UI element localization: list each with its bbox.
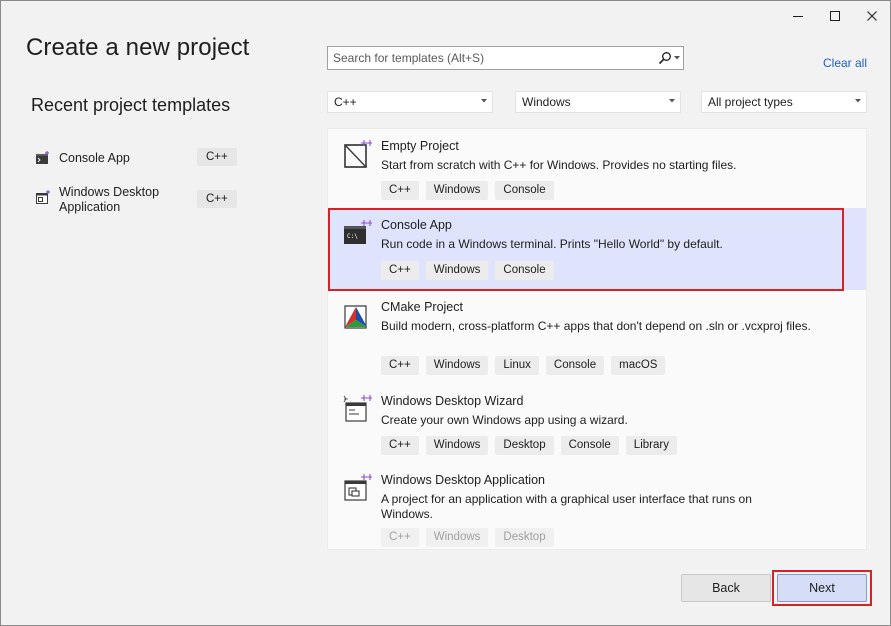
- template-description: Create your own Windows app using a wiza…: [381, 413, 628, 427]
- template-tags: C++ Windows Linux Console macOS: [381, 356, 666, 375]
- console-app-icon: C:\: [344, 220, 372, 244]
- platform-filter-value: Windows: [522, 95, 571, 109]
- tag: C++: [381, 528, 419, 547]
- template-name: Empty Project: [381, 139, 459, 153]
- tag: Desktop: [495, 528, 554, 547]
- template-tags: C++ Windows Desktop Console Library: [381, 436, 677, 455]
- maximize-button[interactable]: [816, 1, 853, 31]
- template-description: Run code in a Windows terminal. Prints "…: [381, 237, 723, 251]
- template-description: Start from scratch with C++ for Windows.…: [381, 158, 737, 172]
- close-icon: [866, 11, 877, 21]
- recent-item-label: Windows Desktop Application: [59, 185, 160, 214]
- template-name: CMake Project: [381, 300, 463, 314]
- tag: macOS: [611, 356, 666, 375]
- create-project-dialog: Create a new project Recent project temp…: [0, 0, 891, 626]
- tag: Windows: [425, 436, 489, 455]
- recent-item-tag: C++: [197, 148, 237, 166]
- chevron-down-icon: [669, 99, 675, 103]
- svg-text:C:\: C:\: [347, 233, 358, 240]
- wizard-icon: [343, 395, 372, 422]
- template-item-console-app[interactable]: C:\ Console App Run code in a Windows te…: [328, 208, 866, 290]
- close-button[interactable]: [853, 1, 890, 31]
- template-tags: C++ Windows Desktop: [381, 528, 554, 547]
- window-controls: [779, 1, 890, 31]
- tag: C++: [381, 261, 419, 280]
- minimize-button[interactable]: [779, 1, 816, 31]
- template-item-windows-desktop-application[interactable]: Windows Desktop Application A project fo…: [328, 463, 866, 549]
- template-description: A project for an application with a grap…: [381, 492, 752, 521]
- search-icon: [658, 52, 671, 65]
- project-type-filter-dropdown[interactable]: All project types: [701, 91, 867, 113]
- tag: Console: [545, 356, 605, 375]
- template-name: Console App: [381, 218, 452, 232]
- tag: Console: [495, 261, 554, 280]
- project-type-filter-value: All project types: [708, 95, 793, 109]
- template-tags: C++ Windows Console: [381, 261, 554, 280]
- tag: C++: [381, 356, 419, 375]
- windows-desktop-app-icon: [344, 474, 372, 501]
- maximize-icon: [829, 11, 840, 21]
- tag: Console: [495, 181, 554, 200]
- clear-all-link[interactable]: Clear all: [823, 56, 867, 70]
- empty-project-icon: [344, 140, 372, 168]
- recent-item-windows-desktop-application[interactable]: Windows Desktop Application C++: [35, 185, 245, 215]
- template-name: Windows Desktop Wizard: [381, 394, 524, 408]
- tag: Windows: [425, 261, 489, 280]
- recent-item-console-app[interactable]: Console App C++: [35, 148, 245, 167]
- template-name: Windows Desktop Application: [381, 473, 545, 487]
- tag: Desktop: [495, 436, 554, 455]
- recent-item-tag: C++: [197, 190, 237, 208]
- tag: C++: [381, 436, 419, 455]
- cmake-icon: [344, 305, 367, 329]
- tag: Console: [560, 436, 619, 455]
- tag: Windows: [425, 356, 489, 375]
- template-item-windows-desktop-wizard[interactable]: Windows Desktop Wizard Create your own W…: [328, 384, 866, 463]
- page-title: Create a new project: [26, 34, 250, 61]
- chevron-down-icon: [855, 99, 861, 103]
- minimize-icon: [792, 16, 803, 17]
- tag: Linux: [495, 356, 539, 375]
- language-filter-dropdown[interactable]: C++: [327, 91, 493, 113]
- next-button[interactable]: Next: [777, 574, 867, 602]
- tag: Library: [625, 436, 677, 455]
- platform-filter-dropdown[interactable]: Windows: [515, 91, 681, 113]
- tag: C++: [381, 181, 419, 200]
- chevron-down-icon: [481, 99, 487, 103]
- recent-templates-heading: Recent project templates: [31, 95, 231, 115]
- search-input[interactable]: [328, 50, 655, 66]
- back-button[interactable]: Back: [681, 574, 771, 602]
- template-item-cmake-project[interactable]: CMake Project Build modern, cross-platfo…: [328, 290, 866, 382]
- tag: Windows: [425, 181, 489, 200]
- template-tags: C++ Windows Console: [381, 181, 554, 200]
- template-description: Build modern, cross-platform C++ apps th…: [381, 319, 811, 333]
- template-item-empty-project[interactable]: Empty Project Start from scratch with C+…: [328, 129, 866, 208]
- search-button[interactable]: [655, 51, 683, 65]
- template-list[interactable]: Empty Project Start from scratch with C+…: [327, 128, 867, 550]
- recent-item-label: Console App: [59, 151, 130, 165]
- windows-desktop-app-icon: [36, 190, 50, 204]
- tag: Windows: [425, 528, 489, 547]
- search-box: [327, 46, 684, 70]
- language-filter-value: C++: [334, 95, 357, 109]
- console-app-icon: [36, 151, 49, 164]
- chevron-down-icon: [674, 56, 680, 60]
